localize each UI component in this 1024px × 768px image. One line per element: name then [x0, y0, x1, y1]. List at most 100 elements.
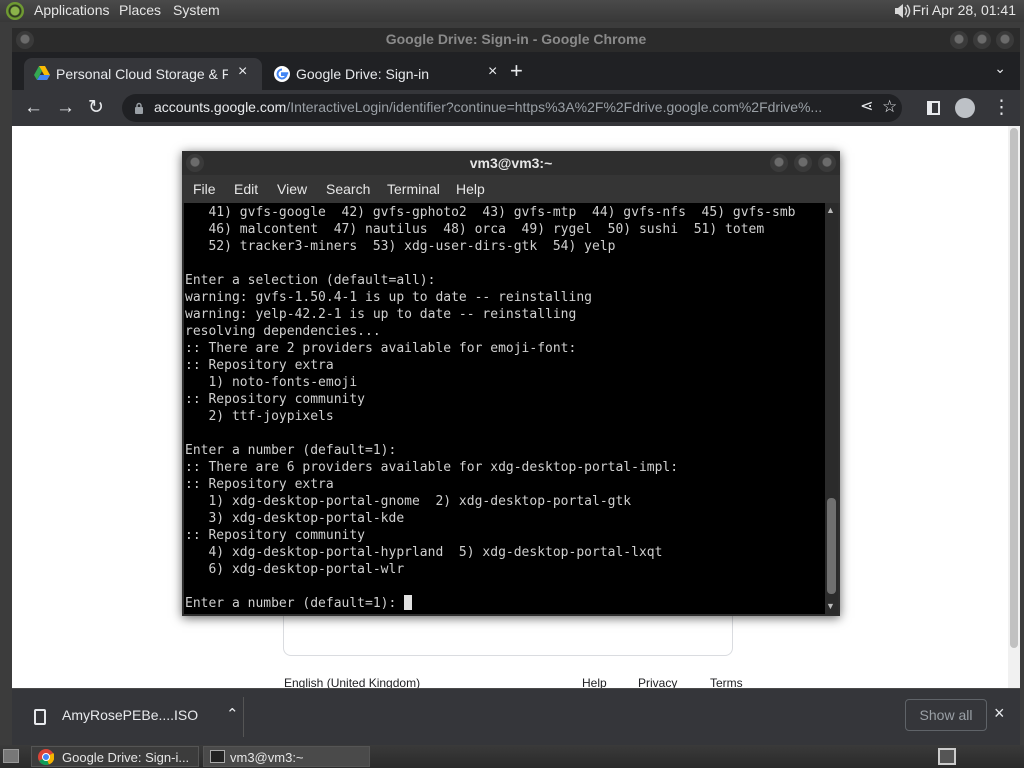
page-scrollbar[interactable]	[1008, 126, 1020, 688]
menu-places[interactable]: Places	[119, 2, 161, 18]
page-scrollbar-thumb[interactable]	[1010, 128, 1018, 648]
language-select[interactable]: English (United Kingdom)	[284, 676, 420, 688]
menu-help[interactable]: Help	[456, 181, 485, 197]
tab-google-drive-signin[interactable]: Google Drive: Sign-in ×	[264, 58, 502, 90]
window-menu-icon[interactable]	[16, 31, 34, 49]
menu-search[interactable]: Search	[326, 181, 370, 197]
gnome-foot-icon[interactable]	[6, 2, 24, 20]
top-panel: Applications Places System Fri Apr 28, 0…	[0, 0, 1024, 22]
show-all-button[interactable]: Show all	[905, 699, 987, 731]
terminal-line: 41) gvfs-google 42) gvfs-gphoto2 43) gvf…	[185, 205, 796, 220]
terminal-line: Enter a number (default=1):	[185, 595, 795, 612]
taskbar-item-terminal[interactable]: vm3@vm3:~	[203, 746, 370, 767]
google-g-icon	[274, 66, 290, 82]
terminal-window: vm3@vm3:~ File Edit View Search Terminal…	[182, 151, 840, 616]
terminal-line: 3) xdg-desktop-portal-kde	[185, 511, 405, 526]
terminal-lines: 41) gvfs-google 42) gvfs-gphoto2 43) gvf…	[185, 204, 795, 612]
window-menu-icon[interactable]	[186, 154, 204, 172]
terminal-icon	[210, 750, 225, 763]
bottom-taskbar: Google Drive: Sign-i... vm3@vm3:~	[0, 745, 1024, 768]
close-download-bar-icon[interactable]: ×	[994, 703, 1005, 724]
profile-avatar-icon[interactable]	[955, 98, 975, 118]
download-item[interactable]: AmyRosePEBe....ISO ⌃	[20, 697, 244, 737]
menu-edit[interactable]: Edit	[234, 181, 258, 197]
taskbar-item-label: vm3@vm3:~	[230, 750, 304, 765]
terminal-titlebar[interactable]: vm3@vm3:~	[182, 151, 840, 175]
side-panel-icon[interactable]	[927, 101, 940, 115]
minimize-icon[interactable]	[950, 31, 968, 49]
google-drive-icon	[34, 66, 50, 80]
url-host: accounts.google.com	[154, 99, 287, 115]
address-bar[interactable]: accounts.google.com/InteractiveLogin/ide…	[122, 94, 902, 122]
terms-link[interactable]: Terms	[710, 676, 743, 688]
new-tab-button[interactable]: +	[510, 58, 523, 84]
download-filename: AmyRosePEBe....ISO	[62, 707, 199, 723]
terminal-line: Enter a selection (default=all):	[185, 273, 436, 288]
terminal-scrollbar-thumb[interactable]	[827, 498, 836, 594]
bookmark-star-icon[interactable]: ☆	[882, 95, 897, 119]
tab-title: Google Drive: Sign-in	[296, 66, 430, 82]
chevron-up-icon[interactable]: ⌃	[226, 705, 239, 723]
terminal-line: 6) xdg-desktop-portal-wlr	[185, 562, 405, 577]
tab-close-icon[interactable]: ×	[238, 63, 247, 81]
terminal-line: resolving dependencies...	[185, 324, 381, 339]
terminal-line: :: There are 6 providers available for x…	[185, 460, 679, 475]
menu-file[interactable]: File	[193, 181, 216, 197]
terminal-line: Enter a number (default=1):	[185, 443, 397, 458]
clock[interactable]: Fri Apr 28, 01:41	[912, 2, 1016, 18]
close-window-icon[interactable]	[996, 31, 1014, 49]
terminal-line: :: There are 2 providers available for e…	[185, 341, 577, 356]
taskbar-item-chrome[interactable]: Google Drive: Sign-i...	[31, 746, 199, 767]
close-window-icon[interactable]	[818, 154, 836, 172]
tab-close-icon[interactable]: ×	[488, 63, 497, 81]
share-icon[interactable]: ⋖	[860, 95, 873, 119]
tab-strip: Personal Cloud Storage & File × Google D…	[12, 52, 1020, 90]
url-text[interactable]: accounts.google.com/InteractiveLogin/ide…	[154, 99, 854, 115]
terminal-line: 4) xdg-desktop-portal-hyprland 5) xdg-de…	[185, 545, 663, 560]
url-path: /InteractiveLogin/identifier?continue=ht…	[286, 99, 823, 115]
taskbar-item-label: Google Drive: Sign-i...	[62, 750, 190, 765]
menu-terminal[interactable]: Terminal	[387, 181, 440, 197]
workspace-switcher-icon[interactable]	[938, 748, 956, 765]
terminal-line: 1) xdg-desktop-portal-gnome 2) xdg-deskt…	[185, 494, 632, 509]
forward-arrow-icon[interactable]: →	[56, 96, 75, 120]
privacy-link[interactable]: Privacy	[638, 676, 677, 688]
browser-toolbar: ← → ↻ accounts.google.com/InteractiveLog…	[12, 90, 1020, 126]
scroll-up-icon[interactable]: ▲	[826, 205, 835, 215]
terminal-scrollbar[interactable]: ▲ ▼	[825, 203, 838, 614]
menu-view[interactable]: View	[277, 181, 307, 197]
terminal-line: warning: yelp-42.2-1 is up to date -- re…	[185, 307, 577, 322]
maximize-icon[interactable]	[794, 154, 812, 172]
terminal-line: :: Repository extra	[185, 358, 334, 373]
show-desktop-icon[interactable]	[3, 749, 19, 763]
terminal-title: vm3@vm3:~	[469, 155, 553, 171]
tab-search-icon[interactable]: ⌄	[994, 60, 1006, 77]
terminal-output[interactable]: 41) gvfs-google 42) gvfs-gphoto2 43) gvf…	[184, 203, 825, 614]
tab-title: Personal Cloud Storage & File	[56, 66, 228, 82]
window-titlebar[interactable]: Google Drive: Sign-in - Google Chrome	[12, 28, 1020, 52]
terminal-line: 46) malcontent 47) nautilus 48) orca 49)…	[185, 222, 765, 237]
window-title: Google Drive: Sign-in - Google Chrome	[385, 31, 647, 47]
terminal-line: :: Repository extra	[185, 477, 334, 492]
tab-personal-cloud-storage[interactable]: Personal Cloud Storage & File ×	[24, 58, 262, 90]
scroll-down-icon[interactable]: ▼	[826, 601, 835, 611]
volume-icon[interactable]	[892, 2, 912, 20]
terminal-line: 1) noto-fonts-emoji	[185, 375, 358, 390]
reload-icon[interactable]: ↻	[88, 96, 104, 120]
back-arrow-icon[interactable]: ←	[24, 96, 43, 120]
more-menu-icon[interactable]: ⋮	[992, 96, 1011, 120]
terminal-line: 2) ttf-joypixels	[185, 409, 334, 424]
terminal-line: :: Repository community	[185, 528, 366, 543]
maximize-icon[interactable]	[973, 31, 991, 49]
download-bar: AmyRosePEBe....ISO ⌃ Show all ×	[12, 688, 1020, 745]
menu-system[interactable]: System	[173, 2, 220, 18]
help-link[interactable]: Help	[582, 676, 607, 688]
terminal-line: warning: gvfs-1.50.4-1 is up to date -- …	[185, 290, 592, 305]
menu-applications[interactable]: Applications	[34, 2, 110, 18]
minimize-icon[interactable]	[770, 154, 788, 172]
lock-icon[interactable]	[134, 102, 144, 114]
file-icon	[34, 709, 46, 725]
